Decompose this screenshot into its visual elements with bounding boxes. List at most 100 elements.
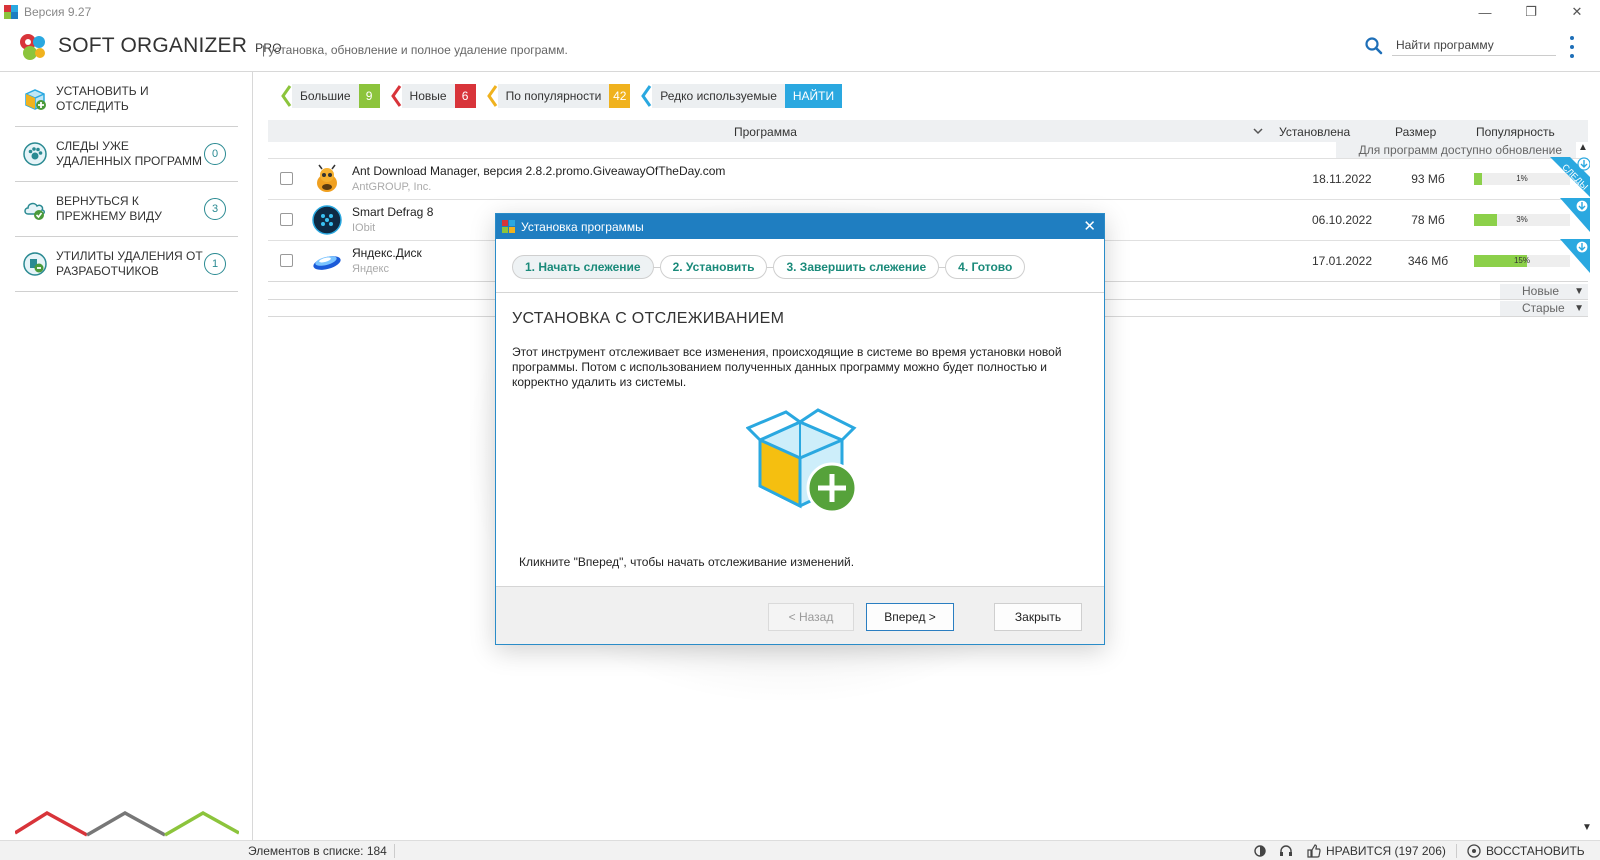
program-size: 93 Мб [1411,172,1445,186]
likes-link[interactable]: Нравится (197 206) [1326,844,1446,858]
install-box-icon [746,408,858,514]
scroll-down-icon[interactable]: ▼ [1582,822,1592,833]
restore-button[interactable]: ❐ [1508,0,1554,24]
paw-traces-icon [23,142,47,166]
wizard-steps: 1. Начать слежение 2. Установить 3. Заве… [512,255,1026,279]
close-icon[interactable]: ✕ [1083,217,1096,235]
dialog-footer: < Назад Вперед > Закрыть [496,587,1104,644]
chevron-left-icon [641,85,652,107]
sidebar-item-vendor-uninstallers[interactable]: Утилиты удаления от разработчиков 1 [15,237,238,292]
window-controls: — ❐ ✕ [1462,0,1600,24]
sidebar: Установить и отследить Следы уже удаленн… [0,72,253,840]
column-size[interactable]: Размер [1395,125,1436,139]
decorative-zigzag [15,810,239,837]
support-headset-icon[interactable] [1278,843,1294,859]
column-popularity[interactable]: Популярность [1476,125,1555,139]
brand-name: SOFT ORGANIZER PRO [58,34,282,57]
update-available-note: Для программ доступно обновление [1336,142,1576,158]
tagline: | установка, обновление и полное удалени… [262,43,568,57]
filter-bar: Большие 9 Новые 6 По популярности 42 Ред… [280,84,852,108]
smart-defrag-icon [312,205,342,235]
update-download-icon[interactable] [1560,198,1590,232]
find-button[interactable]: НАЙТИ [784,84,843,108]
count-badge: 3 [204,198,226,220]
title-bar: Версия 9.27 — ❐ ✕ [0,0,1600,24]
filter-big[interactable]: Большие 9 [280,84,380,108]
status-separator [394,844,395,858]
uninstall-tools-icon [23,252,47,276]
next-button[interactable]: Вперед > [866,603,954,631]
items-count: Элементов в списке: 184 [248,844,387,858]
cloud-restore-icon [24,202,45,220]
program-name: Ant Download Manager, версия 2.8.2.promo… [352,164,726,178]
restore-link[interactable]: Восстановить [1486,844,1585,858]
search-icon[interactable] [1364,36,1384,56]
filter-count: 6 [454,84,476,108]
more-menu-icon[interactable] [1568,36,1576,58]
back-button[interactable]: < Назад [768,603,854,631]
column-installed[interactable]: Установлена [1279,125,1350,139]
popularity-bar: 15% [1474,255,1570,267]
install-date: 06.10.2022 [1311,213,1373,227]
sidebar-item-label: Утилиты удаления от разработчиков [56,249,203,278]
program-name: Яндекс.Диск [352,246,422,260]
sidebar-item-install-track[interactable]: Установить и отследить [15,72,238,127]
filter-rarely-used[interactable]: Редко используемые НАЙТИ [640,84,843,108]
install-box-icon [25,89,46,110]
program-vendor: Яндекс [352,263,389,275]
soft-organizer-logo-icon [20,34,45,60]
sidebar-item-rollback[interactable]: Вернуться к прежнему виду 3 [15,182,238,237]
sidebar-item-label: Следы уже удаленных программ [56,139,203,168]
filter-label: По популярности [497,84,610,108]
group-new[interactable]: Новые ▼ [1500,284,1588,299]
row-checkbox[interactable] [280,213,293,226]
chevron-down-icon: ▼ [1574,303,1584,314]
step-install: 2. Установить [659,255,768,279]
step-done: 4. Готово [945,255,1026,279]
table-header: Программа Установлена Размер Популярност… [268,120,1588,142]
yandex-disk-icon [313,256,341,270]
minimize-button[interactable]: — [1462,0,1508,24]
sidebar-item-deleted-traces[interactable]: Следы уже удаленных программ 0 [15,127,238,182]
status-bar: Элементов в списке: 184 Нравится (197 20… [0,840,1600,860]
filter-label: Новые [401,84,455,108]
install-date: 18.11.2022 [1312,172,1372,186]
app-icon [502,220,515,233]
update-download-icon[interactable] [1560,239,1590,273]
thumbs-up-icon[interactable] [1306,843,1322,859]
popularity-value: 15% [1513,256,1530,265]
install-dialog: Установка программы ✕ 1. Начать слежение… [495,213,1105,645]
install-date: 17.01.2022 [1311,254,1373,268]
close-dialog-button[interactable]: Закрыть [994,603,1082,631]
app-icon [4,5,18,19]
group-old[interactable]: Старые ▼ [1500,301,1588,316]
app-header: SOFT ORGANIZER PRO | установка, обновлен… [0,24,1600,72]
restore-icon[interactable] [1466,843,1482,859]
chevron-down-icon[interactable] [1252,126,1264,136]
dialog-divider [496,292,1104,293]
chevron-left-icon [281,85,292,107]
status-separator [1456,844,1457,858]
filter-label: Редко используемые [652,84,785,108]
dialog-heading: УСТАНОВКА С ОТСЛЕЖИВАНИЕМ [512,310,785,327]
chevron-left-icon [390,85,401,107]
column-program[interactable]: Программа [734,125,797,139]
scroll-up-icon[interactable]: ▲ [1578,142,1588,153]
program-name: Smart Defrag 8 [352,205,434,219]
program-size: 346 Мб [1407,254,1449,268]
sidebar-item-label: Вернуться к прежнему виду [56,194,162,223]
popularity-value: 3% [1516,215,1528,224]
table-row[interactable]: Ant Download Manager, версия 2.8.2.promo… [268,157,1590,199]
filter-count: 9 [358,84,380,108]
filter-new[interactable]: Новые 6 [390,84,476,108]
row-checkbox[interactable] [280,172,293,185]
filter-popularity[interactable]: По популярности 42 [486,84,631,108]
dialog-title: Установка программы [521,220,644,234]
close-window-button[interactable]: ✕ [1554,0,1600,24]
popularity-bar: 3% [1474,214,1570,226]
theme-toggle-icon[interactable] [1252,843,1268,859]
sidebar-item-label: Установить и отследить [56,84,149,113]
search-input[interactable] [1392,34,1556,56]
row-checkbox[interactable] [280,254,293,267]
count-badge: 0 [204,143,226,165]
